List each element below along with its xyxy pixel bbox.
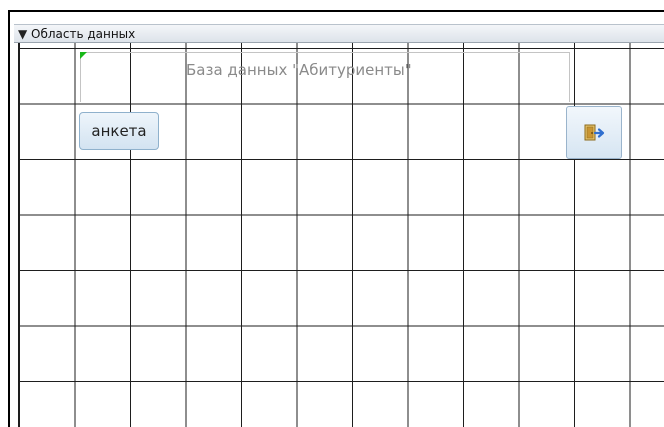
ruler-top-border [8, 10, 664, 12]
section-header-label: Область данных [31, 27, 136, 41]
collapse-arrow-icon[interactable]: ▼ [18, 26, 27, 42]
ruler-left-border [8, 10, 10, 427]
detail-section-header[interactable]: ▼ Область данных [14, 24, 664, 43]
exit-door-icon [584, 124, 605, 141]
anketa-button[interactable]: анкета [79, 112, 159, 150]
form-design-canvas: ▼ Область данных База данных "Абитуриент… [0, 0, 664, 427]
exit-button[interactable] [566, 106, 622, 159]
form-title[interactable]: База данных "Абитуриенты" [186, 60, 412, 80]
selection-marker-icon [80, 52, 87, 59]
